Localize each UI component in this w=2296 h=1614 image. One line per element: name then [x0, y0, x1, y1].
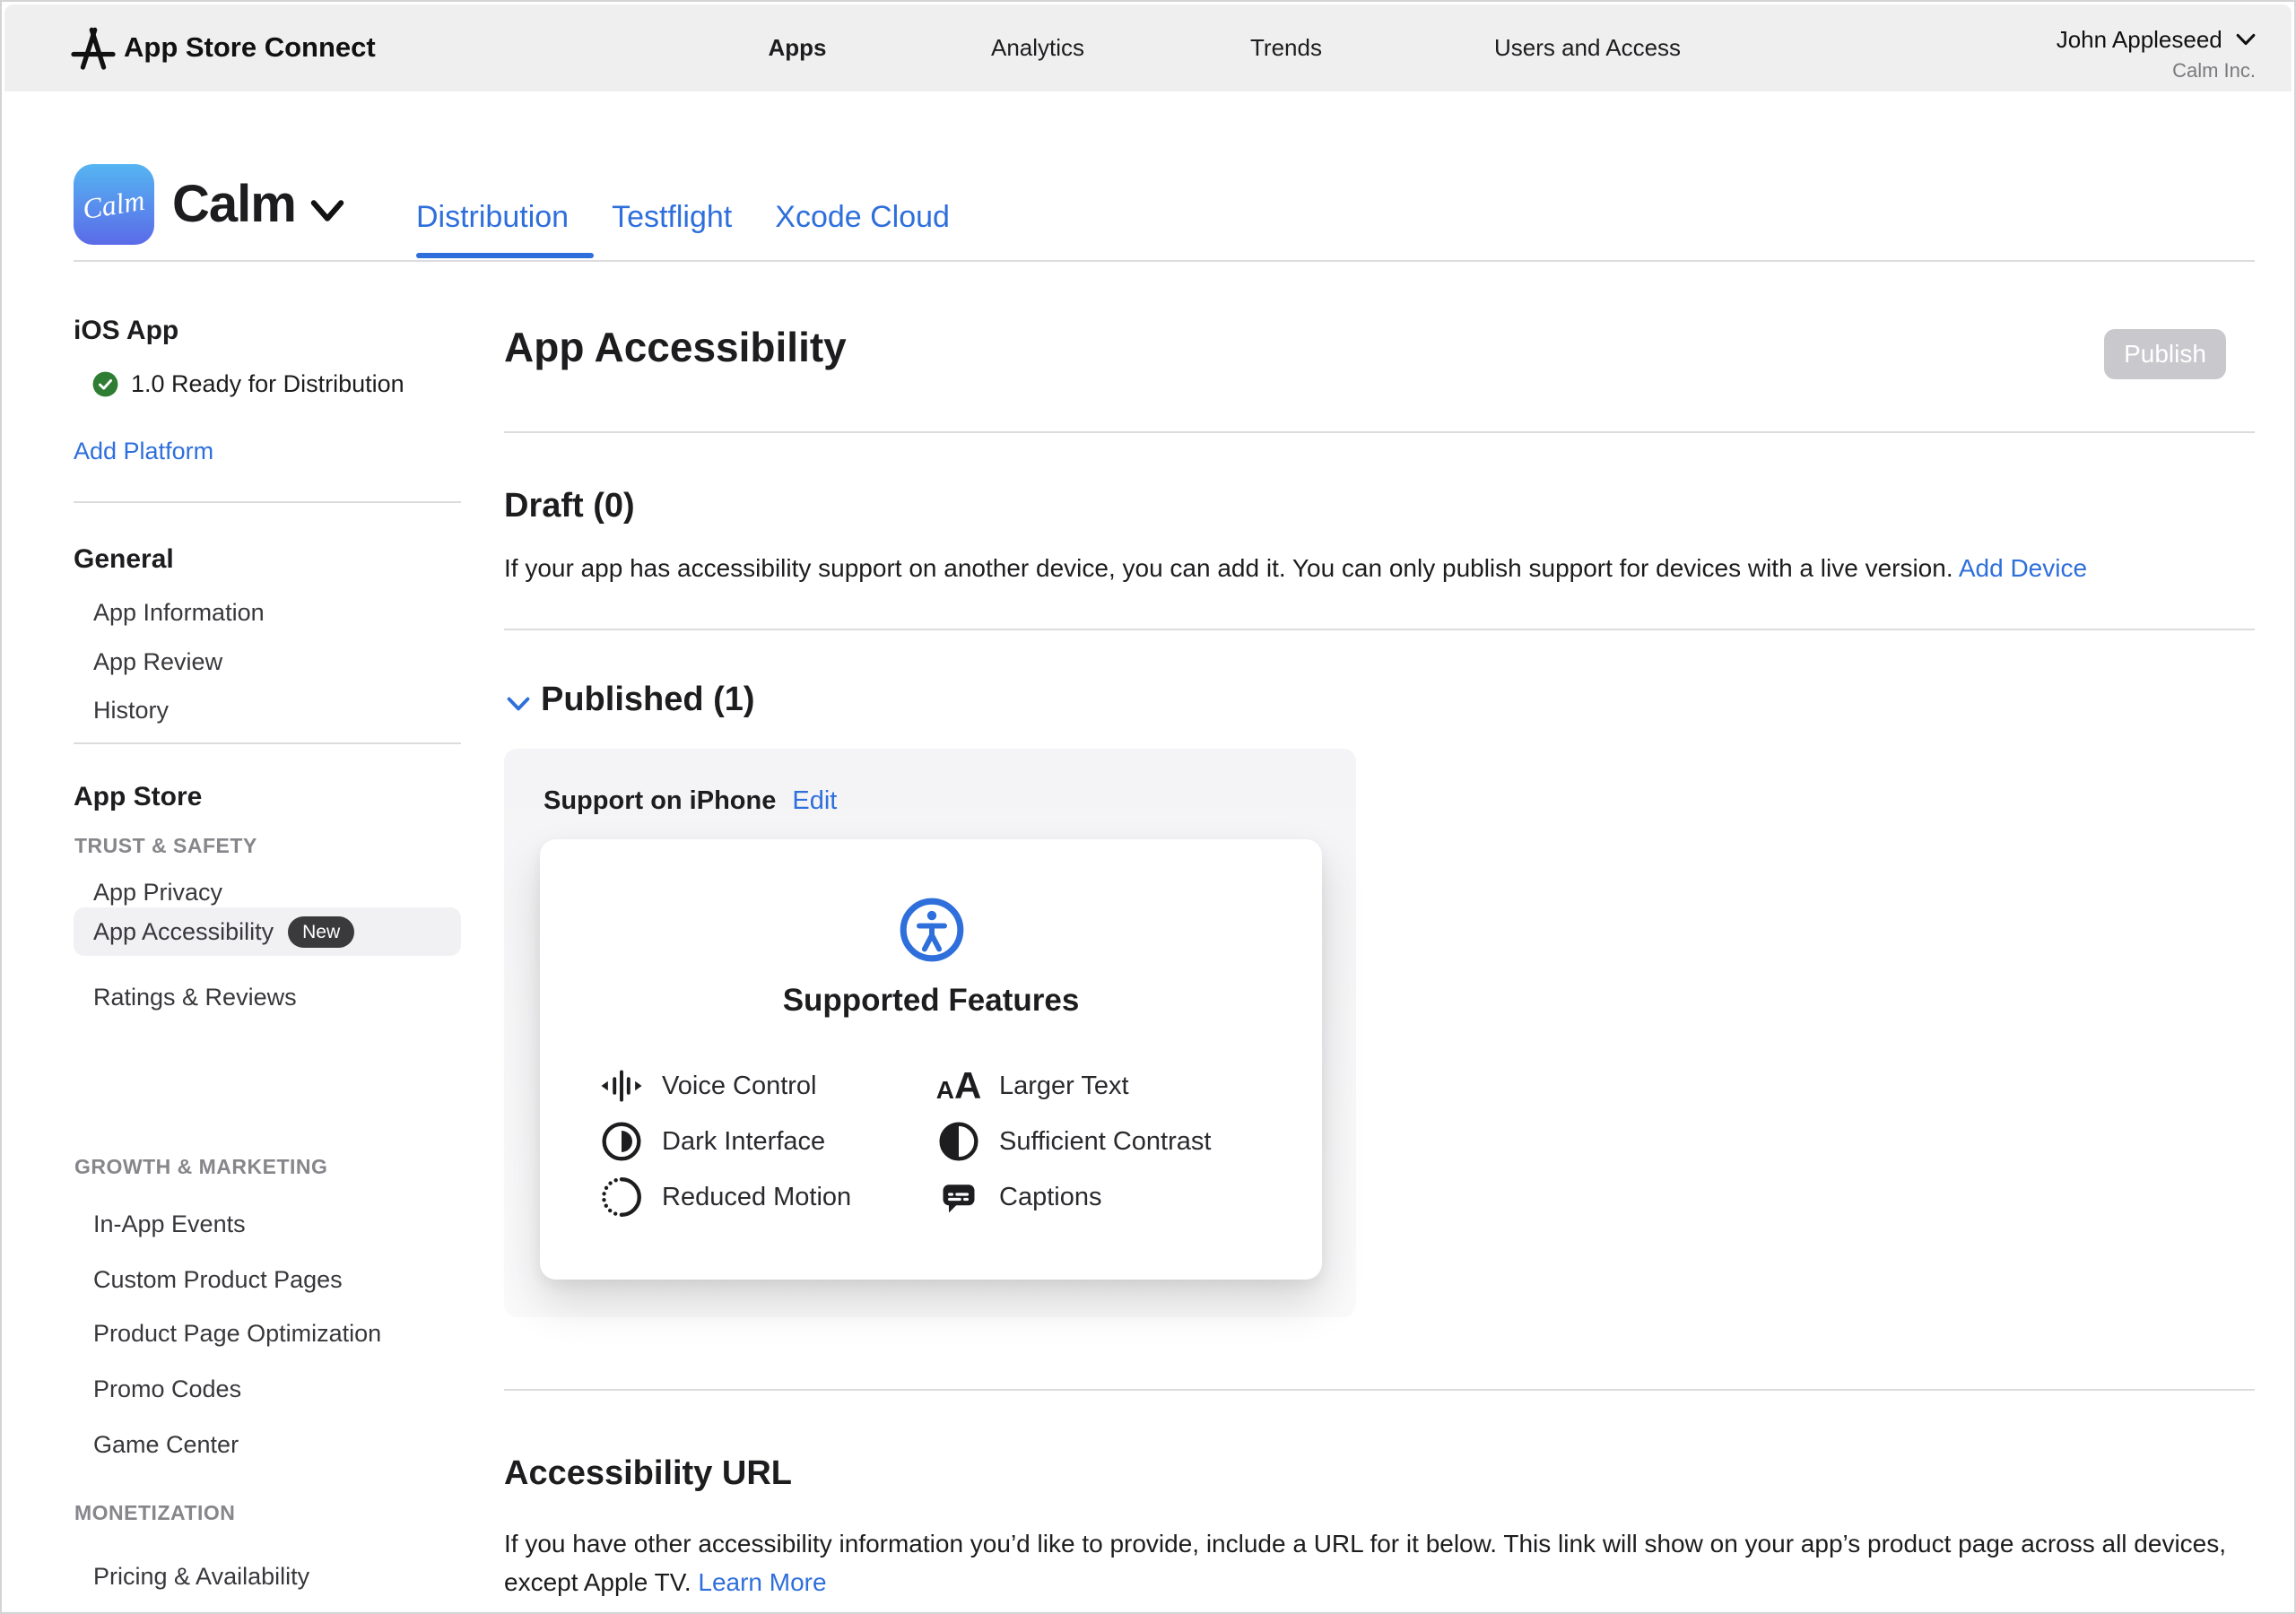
- draft-description-text: If your app has accessibility support on…: [504, 554, 1953, 582]
- nav-item-users-and-access[interactable]: Users and Access: [1494, 34, 1681, 62]
- app-title: Calm: [172, 174, 296, 234]
- published-toggle-chevron-icon[interactable]: [507, 696, 530, 712]
- feature-sufficient-contrast: Sufficient Contrast: [935, 1119, 1211, 1164]
- sidebar-item-product-page-optimization[interactable]: Product Page Optimization: [93, 1320, 381, 1348]
- sidebar-item-app-review[interactable]: App Review: [93, 648, 222, 676]
- sidebar-item-pricing-availability[interactable]: Pricing & Availability: [93, 1563, 309, 1591]
- feature-dark-interface: Dark Interface: [597, 1119, 825, 1164]
- app-switcher[interactable]: Calm: [172, 174, 344, 234]
- supported-features-title: Supported Features: [540, 983, 1322, 1019]
- publish-button[interactable]: Publish: [2104, 329, 2226, 379]
- sidebar-label-monetization: MONETIZATION: [74, 1501, 235, 1525]
- accessibility-url-description: If you have other accessibility informat…: [504, 1524, 2239, 1601]
- learn-more-link[interactable]: Learn More: [698, 1568, 826, 1596]
- draft-description: If your app has accessibility support on…: [504, 549, 2255, 587]
- section-divider: [504, 431, 2255, 433]
- accessibility-icon: [899, 897, 965, 963]
- new-badge: New: [288, 916, 354, 948]
- sidebar-item-custom-product-pages[interactable]: Custom Product Pages: [93, 1266, 343, 1294]
- published-support-card: Support on iPhone Edit Supported Feature…: [504, 749, 1356, 1317]
- feature-captions: Captions: [935, 1175, 1101, 1219]
- sidebar-heading-ios-app: iOS App: [74, 316, 178, 346]
- account-name: John Appleseed: [2057, 26, 2222, 53]
- page-title: App Accessibility: [504, 323, 847, 371]
- feature-label: Sufficient Contrast: [999, 1127, 1211, 1157]
- reduced-motion-icon: [597, 1176, 646, 1218]
- account-org: Calm Inc.: [2057, 59, 2256, 82]
- account-chevron-icon: [2236, 33, 2256, 46]
- app-store-connect-window: App Store Connect Apps Analytics Trends …: [0, 0, 2296, 1614]
- feature-label: Larger Text: [999, 1072, 1129, 1101]
- feature-voice-control: Voice Control: [597, 1063, 817, 1108]
- edit-link[interactable]: Edit: [792, 786, 837, 816]
- add-device-link[interactable]: Add Device: [1959, 554, 2087, 582]
- feature-label: Captions: [999, 1183, 1101, 1212]
- sidebar-item-app-accessibility[interactable]: App Accessibility New: [74, 907, 461, 956]
- brand-title: App Store Connect: [124, 31, 376, 64]
- app-switcher-chevron-icon: [310, 199, 344, 222]
- sidebar-label-growth-marketing: GROWTH & MARKETING: [74, 1155, 327, 1179]
- sidebar-divider: [74, 501, 461, 503]
- sidebar-item-in-app-events[interactable]: In-App Events: [93, 1210, 246, 1238]
- section-divider: [504, 629, 2255, 630]
- check-circle-icon: [92, 371, 118, 397]
- tab-xcode-cloud[interactable]: Xcode Cloud: [775, 200, 950, 235]
- calm-app-icon: Calm: [74, 164, 154, 245]
- tab-testflight[interactable]: Testflight: [612, 200, 732, 235]
- nav-item-analytics[interactable]: Analytics: [991, 34, 1084, 62]
- accessibility-url-heading: Accessibility URL: [504, 1454, 792, 1493]
- sidebar-heading-app-store: App Store: [74, 782, 202, 812]
- top-bar: App Store Connect Apps Analytics Trends …: [4, 4, 2292, 91]
- published-heading: Published (1): [541, 681, 755, 719]
- account-menu[interactable]: John Appleseed Calm Inc.: [2057, 26, 2256, 82]
- captions-icon: [935, 1176, 983, 1218]
- feature-larger-text: AA Larger Text: [935, 1063, 1129, 1108]
- support-card-title: Support on iPhone: [544, 786, 776, 816]
- sidebar-heading-general: General: [74, 544, 174, 575]
- sidebar-item-history[interactable]: History: [93, 697, 169, 725]
- published-section-header: Published (1): [507, 681, 755, 719]
- app-store-connect-logo-icon: [67, 22, 119, 74]
- calm-app-icon-script: Calm: [81, 183, 147, 225]
- tab-distribution[interactable]: Distribution: [416, 200, 569, 235]
- sidebar-item-game-center[interactable]: Game Center: [93, 1431, 239, 1459]
- feature-label: Reduced Motion: [662, 1183, 851, 1212]
- sidebar-item-app-accessibility-label: App Accessibility: [93, 918, 274, 946]
- section-divider: [504, 1389, 2255, 1391]
- add-platform-link[interactable]: Add Platform: [74, 438, 213, 465]
- sidebar-item-ratings-reviews[interactable]: Ratings & Reviews: [93, 984, 297, 1011]
- feature-label: Dark Interface: [662, 1127, 825, 1157]
- larger-text-icon: AA: [935, 1064, 983, 1107]
- nav-item-apps[interactable]: Apps: [769, 34, 827, 62]
- version-status: 1.0 Ready for Distribution: [92, 370, 404, 398]
- sidebar-divider: [74, 742, 461, 744]
- header-divider: [74, 260, 2255, 262]
- voice-control-icon: [597, 1066, 646, 1106]
- sidebar-item-promo-codes[interactable]: Promo Codes: [93, 1375, 241, 1403]
- sidebar-item-app-information[interactable]: App Information: [93, 599, 265, 627]
- sidebar-item-app-privacy[interactable]: App Privacy: [93, 879, 222, 907]
- sidebar-label-trust-safety: TRUST & SAFETY: [74, 834, 257, 858]
- dark-interface-icon: [597, 1121, 646, 1162]
- feature-reduced-motion: Reduced Motion: [597, 1175, 851, 1219]
- draft-heading: Draft (0): [504, 487, 635, 525]
- nav-item-trends[interactable]: Trends: [1250, 34, 1322, 62]
- sufficient-contrast-icon: [935, 1121, 983, 1162]
- feature-label: Voice Control: [662, 1072, 817, 1101]
- active-tab-underline: [416, 253, 594, 258]
- supported-features-card: Supported Features Voice Control AA: [540, 839, 1322, 1280]
- version-status-label: 1.0 Ready for Distribution: [131, 370, 404, 398]
